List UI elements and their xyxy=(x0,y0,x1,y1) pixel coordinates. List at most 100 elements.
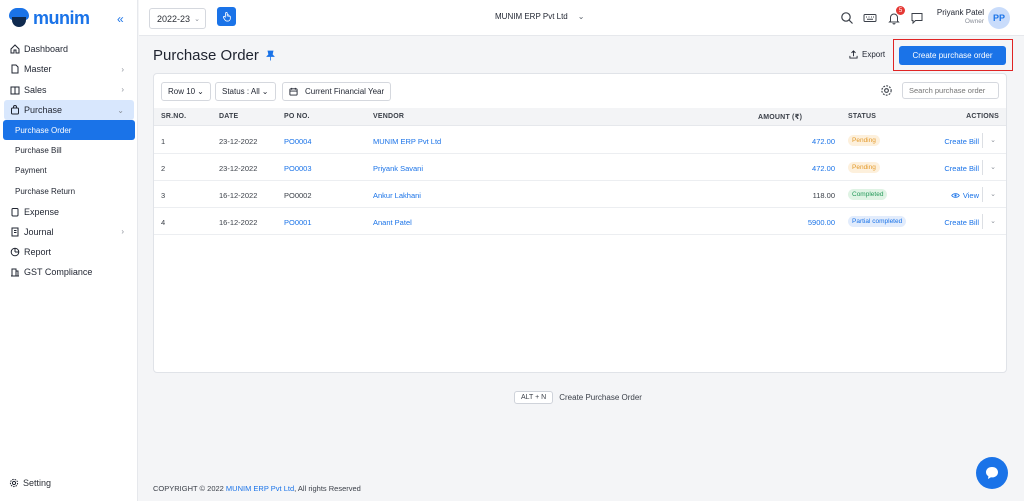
export-icon xyxy=(849,50,858,59)
logo-text: munim xyxy=(33,7,90,28)
column-header-amount: AMOUNT (₹) xyxy=(758,114,803,121)
cell-po-link[interactable]: PO0003 xyxy=(284,164,312,173)
cell-srno: 3 xyxy=(161,191,166,200)
sidebar-item-label: Dashboard xyxy=(24,44,69,55)
chevron-down-icon: ⌄ xyxy=(577,12,585,21)
sidebar-subitem-purchase-bill[interactable]: Purchase Bill xyxy=(0,140,138,160)
cell-vendor-link[interactable]: Priyank Savani xyxy=(373,164,423,173)
cell-date: 16-12-2022 xyxy=(219,191,258,200)
view-label: View xyxy=(962,191,979,200)
chevron-down-icon: ⌄ xyxy=(261,87,269,96)
munim-logo[interactable]: munim xyxy=(8,6,90,30)
chevron-down-icon: ⌄ xyxy=(194,15,200,23)
chevron-right-icon: › xyxy=(121,64,124,74)
cell-po-link[interactable]: PO0001 xyxy=(284,218,312,227)
cell-amount[interactable]: 472.00 xyxy=(812,137,835,146)
page-title: Purchase Order xyxy=(153,47,275,64)
avatar[interactable]: PP xyxy=(988,7,1010,29)
sidebar-item-setting[interactable]: Setting xyxy=(9,478,51,488)
tap-hand-button[interactable] xyxy=(217,7,236,26)
footer-copyright: COPYRIGHT © 2022 xyxy=(153,484,226,493)
column-header-status: STATUS xyxy=(848,113,877,120)
status-badge: Pending xyxy=(848,162,880,173)
sidebar-item-label: Purchase xyxy=(24,105,63,116)
sidebar-item-dashboard[interactable]: Dashboard xyxy=(0,39,138,59)
setting-label: Setting xyxy=(23,478,52,488)
keyboard-icon[interactable] xyxy=(863,11,877,25)
action-divider xyxy=(982,160,983,175)
calendar-icon xyxy=(289,87,298,96)
cell-date: 23-12-2022 xyxy=(219,137,258,146)
chart-pie-icon xyxy=(9,247,20,258)
sidebar-subitem-purchase-order[interactable]: Purchase Order xyxy=(3,120,135,141)
user-name: Priyank Patel xyxy=(936,8,984,17)
cell-amount[interactable]: 472.00 xyxy=(812,164,835,173)
sidebar-item-expense[interactable]: Expense xyxy=(0,201,138,221)
footer-company-link[interactable]: MUNIM ERP Pvt Ltd xyxy=(226,484,294,493)
collapse-sidebar-icon[interactable]: « xyxy=(117,12,124,26)
sidebar-item-label: GST Compliance xyxy=(24,267,93,278)
bag-icon xyxy=(9,105,20,116)
sidebar-subitem-purchase-return[interactable]: Purchase Return xyxy=(0,181,138,201)
status-badge: Completed xyxy=(848,189,888,200)
chevron-down-icon[interactable]: ⌄ xyxy=(990,136,996,144)
sidebar: munim « Dashboard Master › Sales › Purch… xyxy=(0,0,138,501)
search-input[interactable] xyxy=(902,82,999,99)
sidebar-item-gst-compliance[interactable]: GST Compliance xyxy=(0,262,138,282)
action-divider xyxy=(982,187,983,202)
create-bill-button[interactable]: Create Bill xyxy=(944,218,979,227)
company-switcher[interactable]: MUNIM ERP Pvt Ltd ⌄ xyxy=(495,12,584,21)
pin-icon[interactable] xyxy=(265,50,275,61)
export-label: Export xyxy=(862,50,886,59)
sidebar-subitem-payment[interactable]: Payment xyxy=(0,161,138,181)
chevron-down-icon[interactable]: ⌄ xyxy=(990,190,996,198)
shortcut-keys: ALT + N xyxy=(514,390,554,404)
search-icon[interactable] xyxy=(840,11,854,25)
cell-srno: 1 xyxy=(161,137,166,146)
cell-vendor-link[interactable]: MUNIM ERP Pvt Ltd xyxy=(373,137,441,146)
chevron-down-icon[interactable]: ⌄ xyxy=(990,163,996,171)
table-settings-gear-icon[interactable] xyxy=(880,84,893,97)
cell-amount[interactable]: 5900.00 xyxy=(808,218,835,227)
view-button[interactable]: View xyxy=(951,191,979,200)
table-row: 4 16-12-2022 PO0001 Anant Patel 5900.00 … xyxy=(154,208,1006,235)
cell-po-link[interactable]: PO0004 xyxy=(284,137,312,146)
page-title-text: Purchase Order xyxy=(153,47,259,64)
cell-vendor-link[interactable]: Anant Patel xyxy=(373,218,412,227)
sidebar-item-master[interactable]: Master › xyxy=(0,59,138,79)
column-header-vendor: VENDOR xyxy=(373,113,405,120)
purchase-order-card: Row 10 ⌄ Status : All ⌄ Current Financia… xyxy=(153,73,1007,373)
create-bill-button[interactable]: Create Bill xyxy=(944,137,979,146)
rows-per-page-select[interactable]: Row 10 ⌄ xyxy=(161,82,211,101)
sidebar-item-report[interactable]: Report xyxy=(0,242,138,262)
column-header-date: DATE xyxy=(219,113,239,120)
chat-bubble-icon xyxy=(986,467,998,479)
export-button[interactable]: Export xyxy=(849,50,885,59)
table-row: 2 23-12-2022 PO0003 Priyank Savani 472.0… xyxy=(154,154,1006,181)
status-filter-select[interactable]: Status : All ⌄ xyxy=(215,82,276,101)
eye-icon xyxy=(951,193,960,198)
create-bill-button[interactable]: Create Bill xyxy=(944,164,979,173)
period-value: Current Financial Year xyxy=(305,87,385,96)
table-row: 1 23-12-2022 PO0004 MUNIM ERP Pvt Ltd 47… xyxy=(154,127,1006,154)
period-filter-button[interactable]: Current Financial Year xyxy=(282,82,392,101)
chat-message-icon[interactable] xyxy=(910,11,924,25)
cell-srno: 2 xyxy=(161,164,166,173)
sidebar-item-label: Journal xyxy=(24,226,54,237)
sidebar-item-journal[interactable]: Journal › xyxy=(0,222,138,242)
book-icon xyxy=(9,84,20,95)
company-name: MUNIM ERP Pvt Ltd xyxy=(495,12,568,21)
footer: COPYRIGHT © 2022 MUNIM ERP Pvt Ltd, All … xyxy=(153,484,361,493)
hand-pointer-icon xyxy=(222,12,231,22)
sidebar-item-sales[interactable]: Sales › xyxy=(0,80,138,100)
financial-year-select[interactable]: 2022-23 ⌄ xyxy=(149,8,206,29)
chevron-right-icon: › xyxy=(121,227,124,237)
cell-vendor-link[interactable]: Ankur Lakhani xyxy=(373,191,421,200)
support-chat-button[interactable] xyxy=(976,457,1008,489)
chevron-down-icon[interactable]: ⌄ xyxy=(990,217,996,225)
create-purchase-order-button[interactable]: Create purchase order xyxy=(899,46,1006,65)
gear-icon xyxy=(9,478,19,488)
file-icon xyxy=(9,64,20,75)
sidebar-item-label: Report xyxy=(24,247,52,258)
sidebar-item-purchase[interactable]: Purchase ⌄ xyxy=(4,99,134,121)
